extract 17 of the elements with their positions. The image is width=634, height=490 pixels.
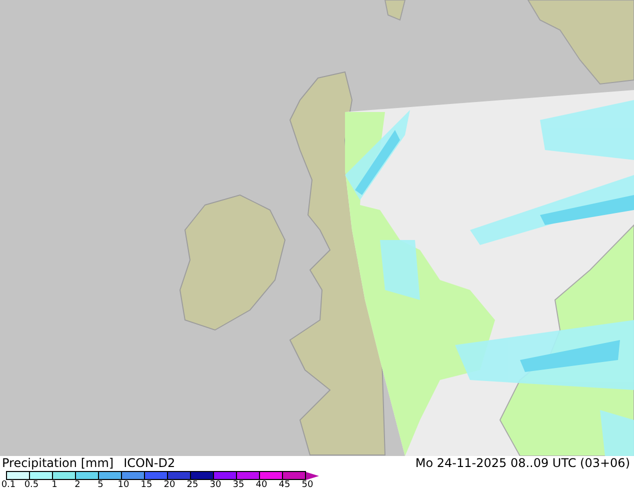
scale-tick-label: 40 (254, 480, 268, 490)
scale-tick-label: 10 (116, 480, 130, 490)
scale-tick-label: 30 (208, 480, 222, 490)
scale-tick-label: 5 (96, 480, 104, 490)
scale-tick-label: 45 (278, 480, 292, 490)
legend-title: Precipitation [mm] (2, 456, 114, 470)
model-name: ICON-D2 (124, 456, 176, 470)
scale-tick-label: 15 (140, 480, 154, 490)
scale-tick-label: 50 (300, 480, 314, 490)
scale-tick-label: 35 (232, 480, 246, 490)
scale-tick-label: 20 (162, 480, 176, 490)
valid-time: Mo 24-11-2025 08..09 UTC (03+06) (415, 456, 631, 470)
scale-tick-label: 2 (74, 480, 82, 490)
scale-tick-label: 0.5 (23, 480, 40, 490)
scale-tick-label: 0.1 (0, 480, 17, 490)
scale-tick-label: 1 (50, 480, 58, 490)
scale-tick-label: 25 (186, 480, 200, 490)
